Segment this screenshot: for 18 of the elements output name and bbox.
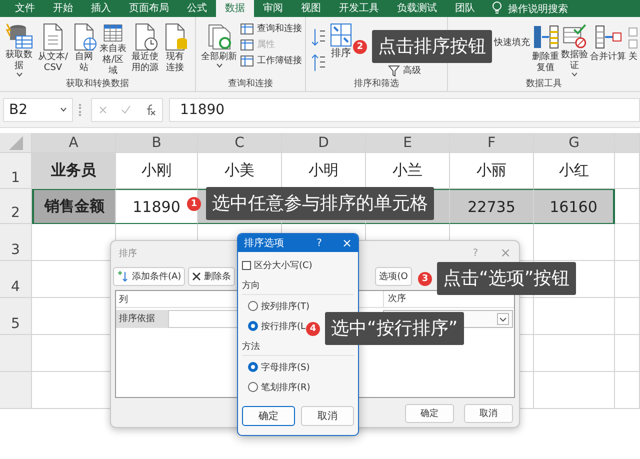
callout-tooltip: 选中任意参与排序的单元格 [206, 187, 434, 220]
callout-tooltip: 选中“按行排序” [325, 312, 464, 345]
radio-label: 笔划排序(R) [261, 382, 310, 394]
group-label: 排序和筛选 [353, 78, 400, 91]
radio-label: 按行排序(L [261, 320, 306, 332]
dialog-title: 排序选项 [244, 236, 285, 250]
callout-tooltip: 点击“选项”按钮 [437, 262, 576, 295]
group-label: 获取和转换数据 [65, 78, 130, 91]
group-label: 查询和连接 [227, 78, 274, 91]
dialog-title: 排序 [119, 248, 138, 260]
checkbox-label: 区分大小写(C) [254, 260, 312, 272]
radio-label: 按列排序(T) [261, 300, 310, 312]
column-heading: 列 [119, 294, 128, 306]
radio-label: 字母排序(S) [261, 362, 310, 374]
section-label: 方向 [242, 278, 354, 295]
group-label: 数据工具 [525, 78, 563, 91]
callout-tooltip: 点击排序按钮 [372, 30, 492, 63]
row-label: 排序依据 [116, 310, 168, 328]
